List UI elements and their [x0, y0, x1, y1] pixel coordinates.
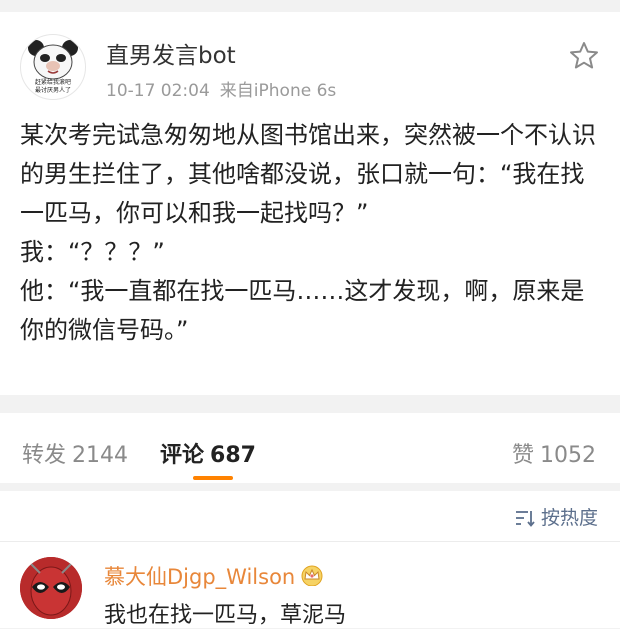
- post-text-line: 我：“？？？”: [20, 238, 165, 266]
- avatar[interactable]: [20, 557, 82, 619]
- post-text-line: 某次考完试急匆匆地从图书馆出来，突然被一个不认识的男生拦住了，其他啥都没说，张口…: [20, 121, 596, 227]
- comment-label: 评论: [160, 443, 205, 468]
- sort-by-hot-button[interactable]: 按热度: [515, 503, 598, 530]
- active-tab-indicator: [193, 476, 233, 480]
- post-text-line: 他：“我一直都在找一匹马……这才发现，啊，原来是你的微信号码。”: [20, 277, 585, 344]
- comment-username[interactable]: 慕大仙Djgp_Wilson: [104, 561, 325, 591]
- divider: [0, 541, 620, 542]
- post-meta: 10-17 02:04 来自iPhone 6s: [106, 76, 336, 101]
- crown-badge-icon: [301, 565, 323, 586]
- post-text: 某次考完试急匆匆地从图书馆出来，突然被一个不认识的男生拦住了，其他啥都没说，张口…: [20, 116, 605, 350]
- repost-count: 2144: [72, 443, 129, 468]
- repost-label: 转发: [22, 443, 67, 468]
- comments-section: 按热度 慕大仙Djgp_Wilson 我也在找一匹马，草泥马: [0, 491, 620, 628]
- star-icon[interactable]: [568, 40, 600, 72]
- avatar-caption-1: 赶紧给我滚吧: [34, 79, 71, 86]
- like-count: 1052: [540, 443, 596, 468]
- sort-label: 按热度: [540, 507, 598, 529]
- stats-bar: 转发 2144 评论 687 赞 1052: [0, 413, 620, 483]
- comment-tab[interactable]: 评论 687: [160, 437, 256, 469]
- comment-count: 687: [210, 443, 256, 468]
- weibo-post-card: 赶紧给我滚吧 最讨厌男人了 直男发言bot 10-17 02:04 来自iPhon…: [0, 12, 620, 395]
- avatar-caption-2: 最讨厌男人了: [34, 87, 71, 94]
- masked-hero-icon: [20, 557, 82, 619]
- top-gap: [0, 0, 620, 12]
- section-gap: [0, 395, 620, 413]
- comment-text: 我也在找一匹马，草泥马: [104, 603, 347, 628]
- like-tab[interactable]: 赞 1052: [512, 437, 596, 469]
- section-gap: [0, 483, 620, 491]
- post-time: 10-17 02:04: [106, 81, 210, 101]
- post-source: 来自iPhone 6s: [219, 81, 337, 101]
- comment-username-text: 慕大仙Djgp_Wilson: [104, 565, 296, 589]
- sort-icon: [515, 511, 535, 527]
- like-label: 赞: [511, 443, 534, 468]
- repost-tab[interactable]: 转发 2144: [22, 437, 128, 469]
- post-username[interactable]: 直男发言bot: [106, 36, 236, 70]
- avatar[interactable]: 赶紧给我滚吧 最讨厌男人了: [20, 34, 86, 100]
